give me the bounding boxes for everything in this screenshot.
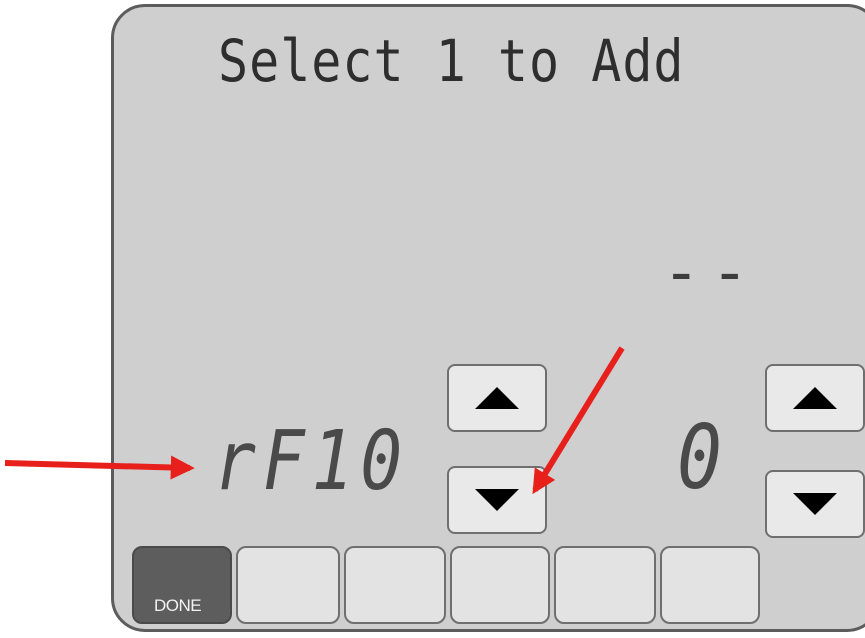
value-up-button[interactable]: [765, 364, 865, 432]
softkey-blank-2[interactable]: [344, 546, 446, 624]
value-placeholder: --: [662, 236, 760, 310]
softkey-blank-1[interactable]: [236, 546, 340, 624]
parameter-code: rF10: [214, 414, 410, 509]
arrow-up-icon: [793, 387, 837, 409]
param-down-button[interactable]: [447, 466, 547, 534]
value-down-button[interactable]: [765, 470, 865, 538]
arrow-down-icon: [793, 493, 837, 515]
softkey-blank-5[interactable]: [660, 546, 760, 624]
done-button[interactable]: DONE: [132, 546, 232, 624]
softkey-blank-4[interactable]: [554, 546, 656, 624]
screen-title: Select 1 to Add: [218, 28, 685, 95]
param-up-button[interactable]: [447, 364, 547, 432]
arrow-down-icon: [475, 489, 519, 511]
thermostat-stage: Select 1 to Add -- rF10 0 DONE: [0, 0, 865, 638]
softkey-blank-3[interactable]: [450, 546, 550, 624]
done-button-label: DONE: [154, 596, 202, 615]
arrow-up-icon: [475, 387, 519, 409]
thermostat-screen: [111, 4, 865, 632]
parameter-value: 0: [677, 406, 723, 509]
